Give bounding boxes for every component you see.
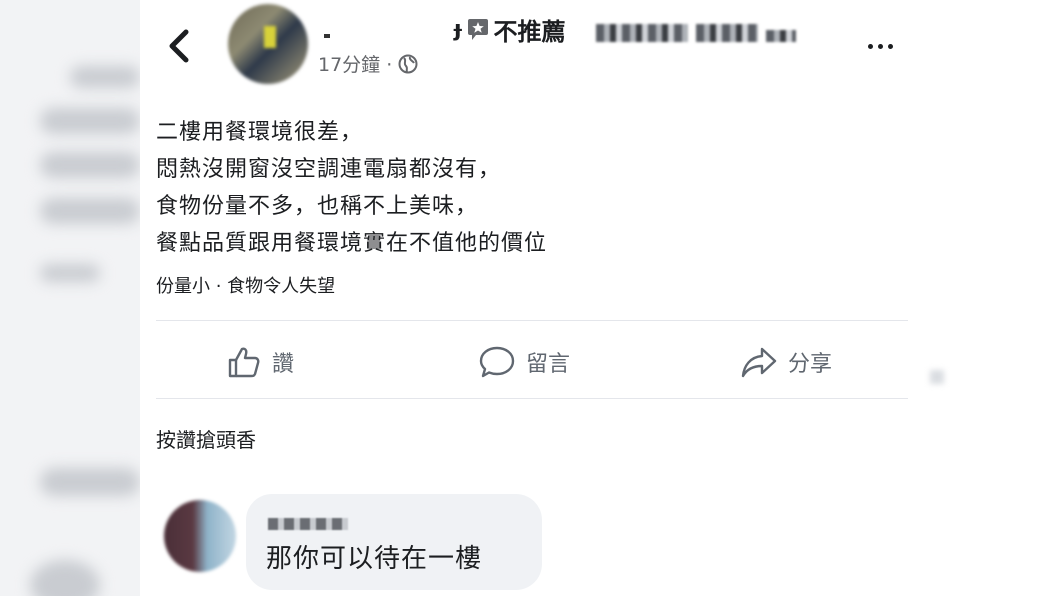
- back-button[interactable]: [162, 26, 198, 66]
- blurred-background-left: [0, 0, 140, 596]
- comment-button[interactable]: 留言: [478, 340, 570, 384]
- divider: [156, 320, 908, 321]
- share-icon: [741, 347, 777, 378]
- timestamp[interactable]: 17分鐘 ·: [318, 50, 392, 77]
- post-line: 餐點品質跟用餐環境實在不值他的價位: [156, 231, 548, 256]
- page-name-blurred[interactable]: [596, 24, 688, 42]
- like-label: 讚: [272, 352, 295, 377]
- commenter-avatar[interactable]: [164, 500, 236, 572]
- like-button[interactable]: 讚: [226, 340, 294, 384]
- not-recommend-icon: [467, 19, 488, 40]
- share-button[interactable]: 分享: [740, 340, 832, 384]
- comment-icon: [479, 346, 515, 378]
- page-name-blurred-3[interactable]: [766, 30, 796, 42]
- comment-label: 留言: [526, 352, 571, 377]
- review-tags: 份量小 · 食物令人失望: [156, 276, 336, 297]
- recommend-label: 不推薦: [493, 17, 566, 46]
- review-header: ɟ 不推薦: [454, 14, 566, 46]
- post-meta: 17分鐘 ·: [318, 50, 418, 77]
- share-label: 分享: [788, 352, 833, 377]
- author-name-fragment: ɟ: [454, 16, 462, 42]
- commenter-name-blurred[interactable]: [268, 518, 348, 530]
- divider: [156, 398, 908, 399]
- comment-bubble: 那你可以待在一樓: [246, 494, 542, 590]
- page-name-blurred-2[interactable]: [696, 24, 758, 42]
- thumbs-up-icon: [228, 347, 260, 378]
- author-avatar[interactable]: [228, 4, 308, 84]
- more-options-button[interactable]: [860, 36, 900, 56]
- post-line: 二樓用餐環境很差，: [156, 120, 364, 145]
- background-right: [910, 0, 1060, 596]
- back-arrow-icon: [169, 29, 189, 63]
- globe-icon: [398, 54, 418, 73]
- post-card: ɟ 不推薦 17分鐘 · 二樓用餐環境很差， 悶熱沒開窗沒空調連電扇都沒有， 食…: [140, 0, 920, 596]
- post-line: 悶熱沒開窗沒空調連電扇都沒有，: [156, 157, 502, 182]
- comment-text: 那你可以待在一樓: [266, 544, 483, 574]
- more-icon-dot: [877, 43, 883, 49]
- post-body: 二樓用餐環境很差， 悶熱沒開窗沒空調連電扇都沒有， 食物份量不多，也稱不上美味，…: [156, 114, 547, 262]
- more-icon: [867, 43, 873, 49]
- post-line: 食物份量不多，也稱不上美味，: [156, 194, 479, 219]
- first-like-prompt[interactable]: 按讚搶頭香: [156, 424, 256, 453]
- author-name-blurred[interactable]: [324, 34, 330, 38]
- more-icon-dot: [887, 43, 893, 49]
